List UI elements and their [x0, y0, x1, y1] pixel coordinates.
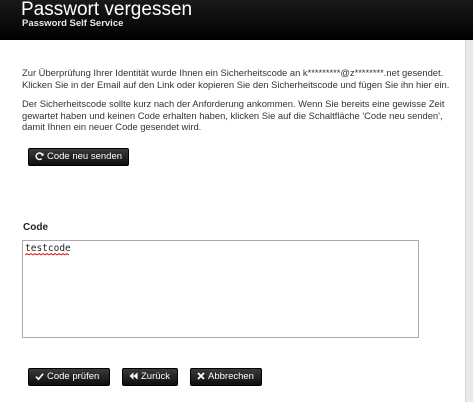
cancel-button[interactable]: Abbrechen: [190, 368, 262, 386]
code-label: Code: [23, 222, 48, 233]
cancel-label: Abbrechen: [208, 371, 254, 382]
code-input[interactable]: testcode: [22, 240, 419, 338]
x-icon: [197, 372, 205, 382]
checkmark-icon: [35, 372, 44, 383]
intro-text: Zur Überprüfung Ihrer Identität wurde Ih…: [22, 67, 462, 90]
intro-line-1: Zur Überprüfung Ihrer Identität wurde Ih…: [22, 67, 444, 78]
refresh-icon: [35, 151, 44, 163]
notice-line-3: damit Ihnen ein neuer Code gesendet wird…: [22, 121, 202, 132]
main-panel: [0, 40, 466, 402]
resend-code-button[interactable]: Code neu senden: [28, 148, 129, 166]
notice-line-2: gewartet haben und keinen Code erhalten …: [22, 109, 443, 121]
rewind-icon: [129, 372, 138, 382]
back-button[interactable]: Zurück: [122, 368, 178, 386]
spellcheck-underline: [25, 253, 69, 256]
check-code-label: Code prüfen: [47, 371, 100, 382]
notice-text: Der Sicherheitscode sollte kurz nach der…: [22, 98, 462, 133]
intro-line-2: Klicken Sie in der Email auf den Link od…: [22, 78, 450, 90]
resend-code-label: Code neu senden: [47, 151, 123, 162]
page-subtitle: Password Self Service: [22, 18, 124, 29]
page-header: Passwort vergessen Password Self Service: [0, 0, 473, 40]
back-label: Zurück: [141, 371, 171, 382]
check-code-button[interactable]: Code prüfen: [28, 368, 110, 386]
notice-line-1: Der Sicherheitscode sollte kurz nach der…: [22, 98, 445, 109]
